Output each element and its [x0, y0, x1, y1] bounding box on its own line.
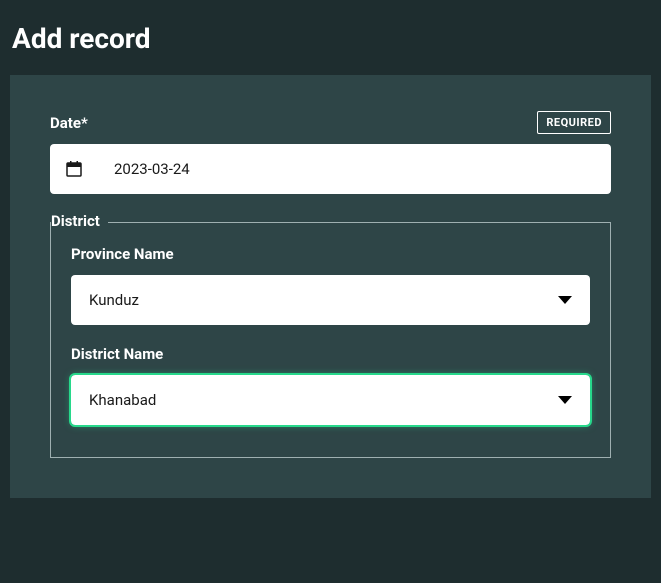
date-input[interactable]: 2023-03-24 [50, 144, 611, 194]
province-field: Province Name Kunduz [71, 245, 590, 325]
province-select[interactable]: Kunduz [71, 275, 590, 325]
district-name-value: Khanabad [89, 391, 156, 409]
district-name-field: District Name Khanabad [71, 345, 590, 425]
calendar-icon [66, 161, 82, 177]
province-label: Province Name [71, 245, 590, 263]
date-label: Date* [50, 114, 88, 132]
required-badge: REQUIRED [537, 111, 611, 134]
district-name-select[interactable]: Khanabad [71, 375, 590, 425]
date-field-header: Date* REQUIRED [50, 111, 611, 134]
page-container: Add record Date* REQUIRED 2023-03-24 Dis… [0, 0, 661, 508]
date-field: Date* REQUIRED 2023-03-24 [50, 111, 611, 194]
province-value: Kunduz [89, 291, 139, 309]
date-value: 2023-03-24 [114, 160, 190, 178]
chevron-down-icon [558, 296, 572, 304]
chevron-down-icon [558, 396, 572, 404]
page-title: Add record [10, 10, 651, 75]
district-fieldset: District Province Name Kunduz District N… [50, 222, 611, 458]
form-panel: Date* REQUIRED 2023-03-24 District Provi… [10, 75, 651, 498]
district-legend: District [51, 212, 108, 230]
district-name-label: District Name [71, 345, 590, 363]
